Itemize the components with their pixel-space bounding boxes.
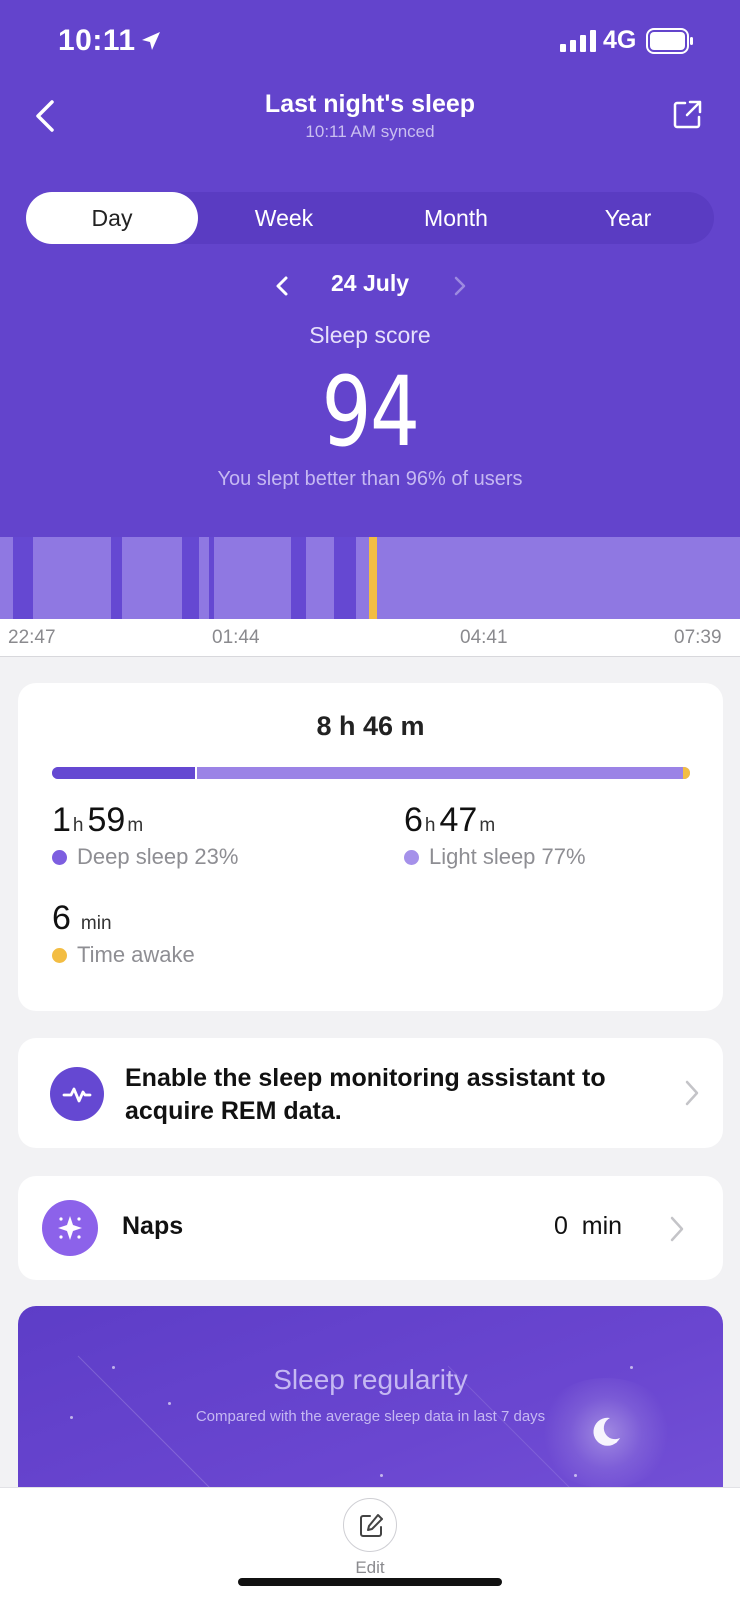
awake-minutes: 6 [52,899,71,937]
header: 10:11 4G Last night's sleep 10:11 AM syn… [0,0,740,537]
star [168,1402,171,1405]
axis-tick-start: 22:47 [8,627,56,648]
hours-unit: h [72,815,84,836]
share-icon[interactable] [672,98,704,130]
awake-stat: 6 min Time awake [52,899,195,968]
light-hours: 6 [404,801,423,839]
score-label: Sleep score [309,322,431,348]
awake-dot [52,947,67,963]
status-bar: 10:11 4G [0,0,740,80]
axis-tick: 01:44 [212,627,260,648]
deep-sleep-segment [12,537,34,619]
light-minutes: 47 [439,801,478,839]
light-sleep-label: Light sleep 77% [429,844,586,869]
minutes-unit: m [127,815,144,836]
edit-button[interactable] [343,1498,397,1552]
deep-sleep-label: Deep sleep 23% [77,844,239,869]
battery-icon [646,28,693,54]
axis-tick: 04:41 [460,627,508,648]
light-sleep-dot [404,849,419,865]
signal-icon [560,30,596,52]
hours-unit: h [424,815,436,836]
network-type: 4G [603,26,637,54]
tab-week[interactable]: Week [198,192,370,244]
sync-status: 10:11 AM synced [305,122,435,141]
sparkle-icon [42,1200,98,1256]
date-selector: 24 July [0,268,740,302]
deep-sleep-segment [111,537,123,619]
awake-bar [682,767,690,779]
deep-sleep-dot [52,849,67,865]
sleep-summary-card: 8 h 46 m 1 h 59 m Deep sleep 23% 6 h 47 m Ligh… [18,683,723,1011]
sleep-composition-bar [52,767,690,779]
sleep-regularity-card[interactable]: Sleep regularity Compared with the avera… [18,1306,723,1506]
location-arrow-icon [142,32,160,50]
timeline-axis: 22:47 01:44 04:41 07:39 [0,619,740,657]
regularity-title: Sleep regularity [273,1364,468,1395]
chevron-right-icon [685,1080,699,1106]
deep-sleep-bar [52,767,198,779]
deep-sleep-stat: 1 h 59 m Deep sleep 23% [52,801,238,870]
light-sleep-bar [197,767,683,779]
total-sleep-duration: 8 h 46 m [316,711,425,741]
deep-sleep-segment [290,537,306,619]
minutes-unit: min [80,913,112,934]
axis-tick-end: 07:39 [674,627,722,648]
awake-label: Time awake [77,942,195,967]
deep-sleep-segment [333,537,357,619]
score-comparison: You slept better than 96% of users [217,468,523,490]
tab-month[interactable]: Month [370,192,542,244]
deep-hours: 1 [52,801,71,839]
awake-sleep-segment [368,537,377,619]
tab-day[interactable]: Day [26,192,198,244]
heartbeat-icon [50,1067,104,1121]
rem-prompt-text: Enable the sleep monitoring assistant to… [125,1064,606,1125]
edit-icon [360,1514,383,1537]
deep-sleep-segment [208,537,215,619]
naps-label: Naps [122,1212,184,1240]
deep-minutes: 59 [87,801,126,839]
light-sleep-stat: 6 h 47 m Light sleep 77% [404,801,586,870]
status-time: 10:11 [58,24,136,57]
naps-duration: 0 min [554,1212,623,1240]
star [380,1474,383,1477]
tab-year[interactable]: Year [542,192,714,244]
next-date-icon[interactable] [448,272,472,300]
chevron-right-icon [670,1216,684,1242]
rem-assistant-prompt[interactable]: Enable the sleep monitoring assistant to… [18,1038,723,1148]
edit-label: Edit [355,1558,385,1577]
deep-sleep-segment [182,537,199,619]
regularity-subtitle: Compared with the average sleep data in … [195,1408,546,1425]
page-title: Last night's sleep [264,90,476,118]
date-label: 24 July [331,270,409,296]
naps-row[interactable]: Naps 0 min [18,1176,723,1280]
home-indicator [238,1578,502,1586]
minutes-unit: m [479,815,496,836]
sleep-score: 94 [321,356,421,468]
period-tabs: Day Week Month Year [26,192,714,244]
sleep-stage-timeline [0,537,740,619]
